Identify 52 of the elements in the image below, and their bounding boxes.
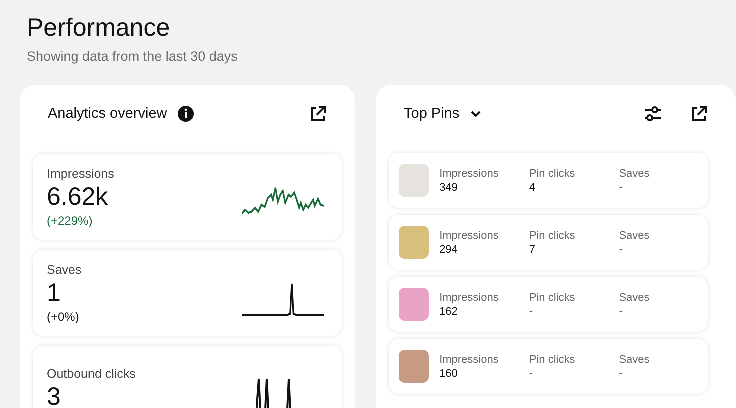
metric-value: 6.62k bbox=[47, 182, 110, 212]
stat-value: - bbox=[619, 244, 624, 256]
stat-label: Pin clicks bbox=[529, 292, 576, 304]
metric-card[interactable]: Impressions 6.62k (+229%) bbox=[33, 154, 342, 240]
stat-label: Impressions bbox=[440, 230, 500, 242]
sparkline-chart bbox=[256, 378, 292, 408]
metric-change: (+0%) bbox=[47, 310, 80, 324]
metric-label: Outbound clicks bbox=[47, 366, 137, 380]
stat-value: - bbox=[619, 182, 624, 194]
stat-label: Saves bbox=[619, 168, 651, 180]
metric-card[interactable]: Saves 1 (+0%) bbox=[33, 250, 342, 336]
external-link-icon[interactable] bbox=[309, 105, 327, 123]
stat-value: - bbox=[529, 368, 534, 380]
metric-label: Saves bbox=[47, 262, 83, 276]
metric-card[interactable]: Outbound clicks 3 bbox=[33, 346, 342, 408]
stat-value: - bbox=[619, 306, 624, 318]
stat-value: - bbox=[529, 306, 534, 318]
pin-row[interactable]: Impressions 349 Pin clicks 4 Saves - bbox=[389, 153, 708, 208]
metric-label: Impressions bbox=[47, 166, 116, 180]
stat-value: 7 bbox=[529, 244, 536, 256]
pin-row[interactable]: Impressions 162 Pin clicks - Saves - bbox=[389, 277, 708, 332]
stat-value: 162 bbox=[440, 306, 459, 318]
pin-row[interactable]: Impressions 160 Pin clicks - Saves - bbox=[389, 339, 708, 394]
page-subtitle: Showing data from the last 30 days bbox=[27, 49, 239, 64]
metric-value: 3 bbox=[47, 382, 62, 408]
info-icon[interactable] bbox=[177, 105, 196, 123]
stat-label: Saves bbox=[619, 230, 651, 242]
external-link-icon[interactable] bbox=[690, 105, 708, 123]
stat-value: 160 bbox=[440, 368, 459, 380]
stat-value: 349 bbox=[440, 182, 459, 194]
metric-change: (+229%) bbox=[47, 214, 94, 228]
filter-icon[interactable] bbox=[644, 105, 662, 123]
stat-value: 294 bbox=[440, 244, 459, 256]
photo-placeholder bbox=[399, 164, 429, 197]
photo-placeholder bbox=[399, 350, 429, 383]
metric-value: 1 bbox=[47, 278, 62, 308]
stat-label: Pin clicks bbox=[529, 168, 576, 180]
stat-label: Saves bbox=[619, 292, 651, 304]
photo-placeholder bbox=[399, 288, 429, 321]
photo-placeholder bbox=[399, 226, 429, 259]
stat-label: Impressions bbox=[440, 292, 500, 304]
pin-row[interactable]: Impressions 294 Pin clicks 7 Saves - bbox=[389, 215, 708, 270]
top-pins-dropdown[interactable]: Top Pins bbox=[404, 106, 460, 122]
stat-value: 4 bbox=[529, 182, 536, 194]
stat-label: Impressions bbox=[440, 168, 500, 180]
stat-label: Impressions bbox=[440, 354, 500, 366]
stat-label: Pin clicks bbox=[529, 354, 576, 366]
page-title: Performance bbox=[27, 14, 172, 43]
stat-value: - bbox=[619, 368, 624, 380]
card-title: Analytics overview bbox=[48, 106, 168, 122]
stat-label: Saves bbox=[619, 354, 651, 366]
stat-label: Pin clicks bbox=[529, 230, 576, 242]
